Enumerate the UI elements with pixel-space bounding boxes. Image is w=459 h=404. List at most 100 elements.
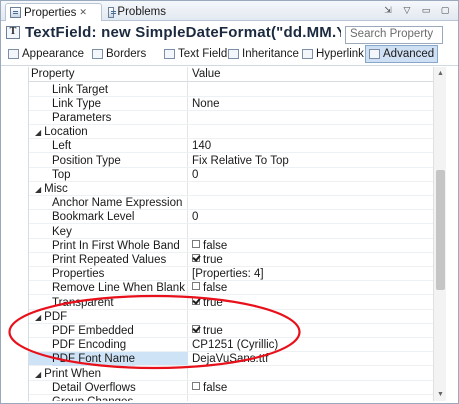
properties-title-bar: T TextField: new SimpleDateFormat("dd.MM… [1,22,458,44]
tab-advanced[interactable]: Advanced [365,45,439,63]
search-property-input[interactable]: Search Property [345,26,443,44]
tab-appearance-label: Appearance [22,48,85,60]
scroll-down-icon[interactable]: ▼ [436,390,445,399]
pin-view-icon[interactable]: ⇲ [381,4,395,17]
category-row-location[interactable]: ◢ Location [29,125,433,140]
view-toolbar: ⇲ ▽ ▭ ▢ [381,4,452,17]
property-name-text: Properties [52,268,105,281]
property-value-text: None [192,97,220,110]
property-value[interactable]: Fix Relative To Top [192,154,289,168]
property-value[interactable]: 0 [192,168,198,182]
tab-text-field-label: Text Field [178,48,228,60]
tab-text-field[interactable]: Text Field [161,45,230,63]
properties-icon [10,7,21,18]
minimize-icon[interactable]: ▭ [419,4,433,17]
unchecked-checkbox[interactable] [192,381,200,390]
property-value-text: Fix Relative To Top [192,154,289,167]
section-tabs: Appearance Borders Text Field Inheritanc… [1,45,458,63]
tab-properties-label: Properties [24,6,77,19]
property-value[interactable]: 140 [192,139,211,153]
tab-inheritance[interactable]: Inheritance [225,45,302,63]
property-name: Anchor Name Expression [52,196,182,210]
tab-inheritance-label: Inheritance [242,48,299,60]
scrollbar-thumb[interactable] [436,170,445,290]
property-row-detail-overflows[interactable]: Detail Overflows false [29,381,433,395]
property-value-text: [Properties: 4] [192,268,264,281]
unchecked-checkbox[interactable] [192,282,200,291]
view-tab-strip: Properties ✕ Problems ⇲ ▽ ▭ ▢ [1,1,458,21]
property-name: Parameters [52,111,111,125]
property-value[interactable]: 0 [192,210,198,224]
column-header-value[interactable]: Value [192,68,221,80]
property-name: Detail Overflows [52,381,136,395]
property-row-properties[interactable]: Properties [Properties: 4] [29,267,433,282]
expand-twistie-icon[interactable]: ◢ [35,185,41,194]
property-row-link-target[interactable]: Link Target [29,83,433,97]
scroll-up-icon[interactable]: ▲ [436,69,445,78]
category-row-misc[interactable]: ◢ Misc [29,182,433,197]
unchecked-checkbox[interactable] [192,239,200,248]
property-row-link-type[interactable]: Link Type None [29,97,433,111]
property-name-text: Left [52,140,72,153]
property-name-text: Misc [44,182,68,195]
close-icon[interactable]: ✕ [79,7,87,18]
property-value-text: 0 [192,168,199,181]
property-value[interactable]: [Properties: 4] [192,267,264,281]
property-name-text: Link Type [52,97,102,110]
property-value-text: 0 [192,211,199,224]
appearance-icon [8,49,19,59]
property-value[interactable]: true [192,253,223,267]
vertical-scrollbar[interactable]: ▲ ▼ [433,67,446,401]
checked-checkbox[interactable] [192,253,200,262]
property-name-text: Bookmark Level [52,211,135,224]
property-row-parameters[interactable]: Parameters [29,111,433,126]
column-header-property[interactable]: Property [31,68,74,80]
problems-icon [108,6,117,18]
property-row-top[interactable]: Top 0 [29,168,433,182]
property-row-print-in-first-whole-band[interactable]: Print In First Whole Band false [29,239,433,253]
view-menu-icon[interactable]: ▽ [400,4,414,17]
property-value-text: 140 [192,140,212,153]
property-row-print-repeated-values[interactable]: Print Repeated Values true [29,253,433,268]
property-name: Group Changes [52,395,133,401]
property-row-key[interactable]: Key [29,225,433,239]
property-name-text: Anchor Name Expression [52,197,183,210]
property-name: Print In First Whole Band [52,239,180,253]
properties-view: Properties ✕ Problems ⇲ ▽ ▭ ▢ T TextFiel… [0,0,459,404]
borders-icon [92,49,103,59]
tab-borders-label: Borders [106,48,147,60]
property-value[interactable]: false [192,381,227,395]
property-value[interactable]: false [192,239,227,253]
tab-problems-label: Problems [117,6,166,18]
tab-problems[interactable]: Problems [104,3,170,21]
tab-properties[interactable]: Properties ✕ [5,3,102,21]
property-row-bookmark-level[interactable]: Bookmark Level 0 [29,210,433,225]
tab-advanced-label: Advanced [383,48,435,60]
tab-hyperlink[interactable]: Hyperlink [299,45,367,63]
property-row-anchor-name-expression[interactable]: Anchor Name Expression [29,196,433,211]
property-name: Print Repeated Values [52,253,166,267]
section-divider [1,63,458,66]
tab-hyperlink-label: Hyperlink [316,48,364,60]
highlight-ellipse [8,294,301,370]
property-row-position-type[interactable]: Position Type Fix Relative To Top [29,154,433,168]
property-name-text: Group Changes [52,396,133,401]
maximize-icon[interactable]: ▢ [438,4,452,17]
hyperlink-icon [302,49,313,59]
text-field-icon [164,49,175,59]
property-name: Top [52,168,71,182]
property-name-text: Parameters [52,111,112,124]
highlight-ellipse-stroke [8,294,301,370]
property-row-left[interactable]: Left 140 [29,139,433,154]
property-name: Link Target [52,83,108,97]
property-name-text: Position Type [52,154,121,167]
advanced-icon [369,49,380,59]
property-name-text: Link Target [52,83,109,96]
tab-appearance[interactable]: Appearance [5,45,87,63]
property-row-group-changes[interactable]: Group Changes [29,395,433,401]
tab-borders[interactable]: Borders [89,45,149,63]
property-name-text: Detail Overflows [52,381,136,394]
property-name-text: Key [52,225,72,238]
property-value[interactable]: None [192,97,220,111]
expand-twistie-icon[interactable]: ◢ [35,128,41,137]
